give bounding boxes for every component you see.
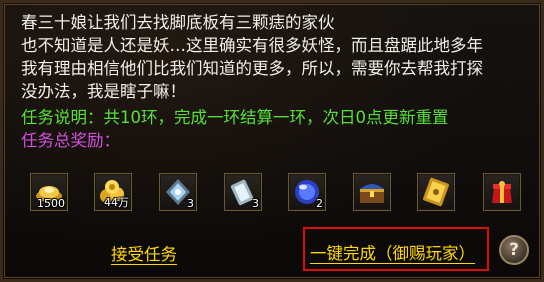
reward-title: 任务总奖励：: [21, 131, 120, 150]
reward-slot-scroll-talisman[interactable]: 3: [224, 173, 262, 211]
npc-dialog-text: 春三十娘让我们去找脚底板有三颗痣的家伙 也不知道是人还是妖…这里确实有很多妖怪，…: [21, 11, 541, 103]
dialog-line: 我有理由相信他们比我们知道的更多，所以，需要你去帮我打探: [21, 59, 483, 78]
reward-quantity: 1500: [37, 197, 65, 210]
reward-slot-treasure-chest[interactable]: [353, 173, 391, 211]
reward-quantity: 44万: [104, 196, 129, 209]
reward-slot-golden-token[interactable]: [417, 173, 455, 211]
dialog-line: 春三十娘让我们去找脚底板有三颗痣的家伙: [21, 13, 335, 32]
reward-slot-gold-coins[interactable]: 44万: [94, 173, 132, 211]
red-gift-pouch-icon: [492, 181, 512, 203]
task-description: 任务说明：共10环，完成一环结算一环，次日0点更新重置: [21, 108, 449, 127]
reward-quantity: 3: [187, 197, 194, 210]
one-click-complete-button[interactable]: 一键完成（御赐玩家）: [310, 240, 475, 264]
reward-quantity: 2: [316, 197, 323, 210]
dialog-line: 也不知道是人还是妖…这里确实有很多妖怪，而且盘踞此地多年: [21, 36, 483, 55]
reward-slot-blue-gem[interactable]: 2: [288, 173, 326, 211]
accept-task-button[interactable]: 接受任务: [111, 241, 177, 265]
golden-token-icon: [423, 177, 449, 207]
treasure-chest-icon: [360, 184, 384, 203]
help-button[interactable]: ?: [499, 235, 529, 265]
task-dialog-panel: 春三十娘让我们去找脚底板有三颗痣的家伙 也不知道是人还是妖…这里确实有很多妖怪，…: [0, 0, 544, 282]
reward-slot-gold-ingot[interactable]: 1500: [30, 173, 68, 211]
reward-slot-crystal-orb[interactable]: 3: [159, 173, 197, 211]
dialog-line: 没办法，我是瞎子嘛！: [21, 82, 186, 101]
reward-quantity: 3: [252, 197, 259, 210]
reward-slot-red-gift-pouch[interactable]: [483, 173, 521, 211]
question-mark-icon: ?: [509, 240, 519, 260]
